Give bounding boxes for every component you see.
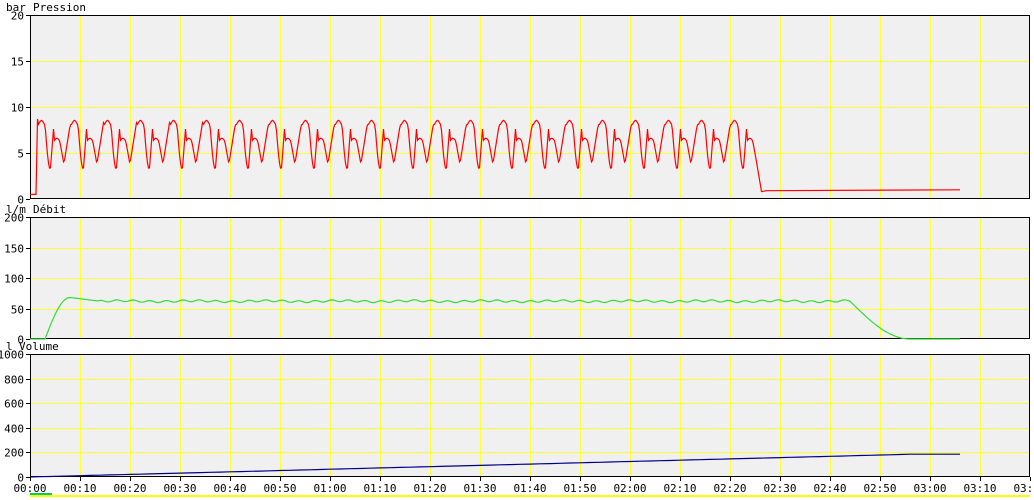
flow-unit-label: l/m (6, 203, 26, 216)
x-tick-label: 01:00 (313, 482, 346, 495)
volume-unit-label: l (6, 340, 13, 353)
x-tick-label: 02:00 (613, 482, 646, 495)
pressure-ytick-label: 5 (17, 148, 24, 161)
flow-ytick-label: 50 (11, 304, 24, 317)
flow-title: Débit (33, 203, 66, 216)
pressure-unit-label: bar (6, 1, 26, 14)
x-tick-label: 01:50 (563, 482, 596, 495)
pressure-ytick-label: 15 (11, 56, 24, 69)
flow-ytick-label: 150 (4, 243, 24, 256)
x-tick-label: 03:10 (963, 482, 996, 495)
pressure-title: Pression (33, 1, 86, 14)
volume-title: Volume (19, 340, 59, 353)
volume-ytick-label: 400 (4, 423, 24, 436)
x-tick-label: 00:50 (263, 482, 296, 495)
x-tick-label: 01:10 (363, 482, 396, 495)
x-tick-label: 02:30 (763, 482, 796, 495)
x-tick-label: 02:40 (813, 482, 846, 495)
x-tick-label: 00:40 (213, 482, 246, 495)
x-tick-label: 02:50 (863, 482, 896, 495)
x-tick-label: 02:20 (713, 482, 746, 495)
time-strip (30, 495, 1030, 497)
x-tick-label: 01:30 (463, 482, 496, 495)
chart: 05101520bar Pression050100150200l/m Débit0… (0, 1, 1034, 497)
x-tick-label: 01:40 (513, 482, 546, 495)
volume-ytick-label: 800 (4, 374, 24, 387)
x-tick-label: 00:10 (63, 482, 96, 495)
x-tick-label: 00:30 (163, 482, 196, 495)
x-tick-label: 01:20 (413, 482, 446, 495)
volume-ytick-label: 200 (4, 447, 24, 460)
pressure-ytick-label: 10 (11, 102, 24, 115)
x-tick-label: 03:20 (1013, 482, 1034, 495)
x-tick-label: 03:00 (913, 482, 946, 495)
x-tick-label: 02:10 (663, 482, 696, 495)
x-tick-label: 00:20 (113, 482, 146, 495)
flow-ytick-label: 100 (4, 273, 24, 286)
volume-ytick-label: 600 (4, 398, 24, 411)
time-marker (30, 493, 52, 495)
